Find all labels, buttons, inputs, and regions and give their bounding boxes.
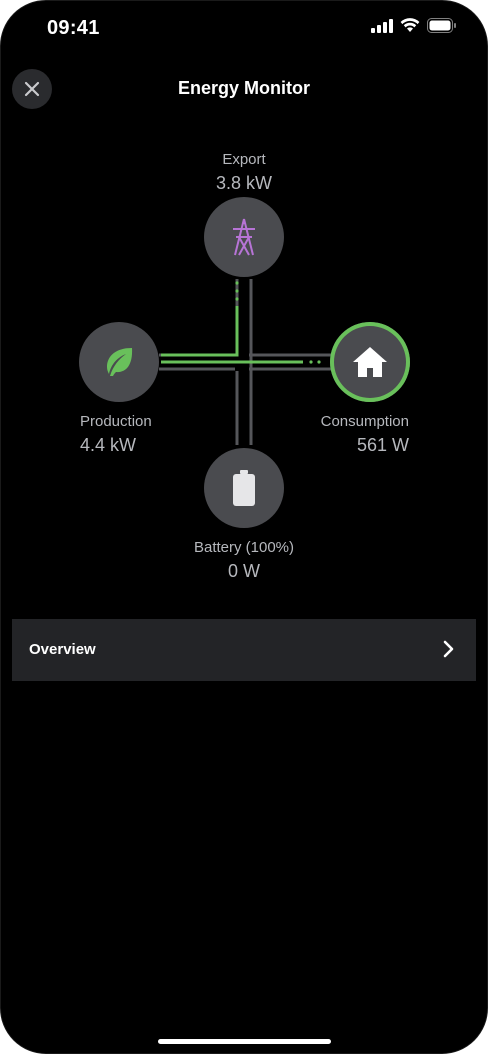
export-label: Export <box>222 151 266 168</box>
export-node[interactable] <box>204 197 284 277</box>
battery-label: Battery (100%) <box>193 539 295 556</box>
status-icons <box>371 18 457 33</box>
wifi-icon <box>400 18 420 32</box>
overview-label: Overview <box>29 641 96 658</box>
status-time: 09:41 <box>47 17 100 39</box>
export-value: 3.8 kW <box>215 173 272 193</box>
battery-icon <box>233 470 255 506</box>
transmission-tower-icon <box>233 218 255 256</box>
production-node[interactable] <box>79 322 159 402</box>
signal-icon <box>371 18 393 33</box>
production-label: Production <box>80 413 152 430</box>
consumption-label: Consumption <box>320 413 409 430</box>
leaf-icon <box>107 348 133 376</box>
home-indicator[interactable] <box>158 1039 331 1044</box>
battery-status-icon <box>427 18 456 33</box>
header: Energy Monitor <box>1 65 487 113</box>
battery-value: 0 W <box>227 561 260 581</box>
chevron-right-icon <box>443 640 454 658</box>
battery-node[interactable] <box>204 448 284 528</box>
flow-production-to-export <box>161 306 239 357</box>
house-icon <box>353 347 387 377</box>
status-bar: 09:41 <box>1 1 487 57</box>
overview-row[interactable]: Overview <box>12 619 476 681</box>
production-value: 4.4 kW <box>80 435 137 455</box>
consumption-node[interactable] <box>330 322 410 402</box>
page-title: Energy Monitor <box>177 78 310 98</box>
energy-flow-diagram: Export 3.8 kW Production 4.4 kW Consumpt… <box>1 141 487 601</box>
phone-screen: 09:41 Energy Monitor Export 3.8 kW Produ… <box>0 0 488 1054</box>
consumption-value: 561 W <box>356 435 409 455</box>
